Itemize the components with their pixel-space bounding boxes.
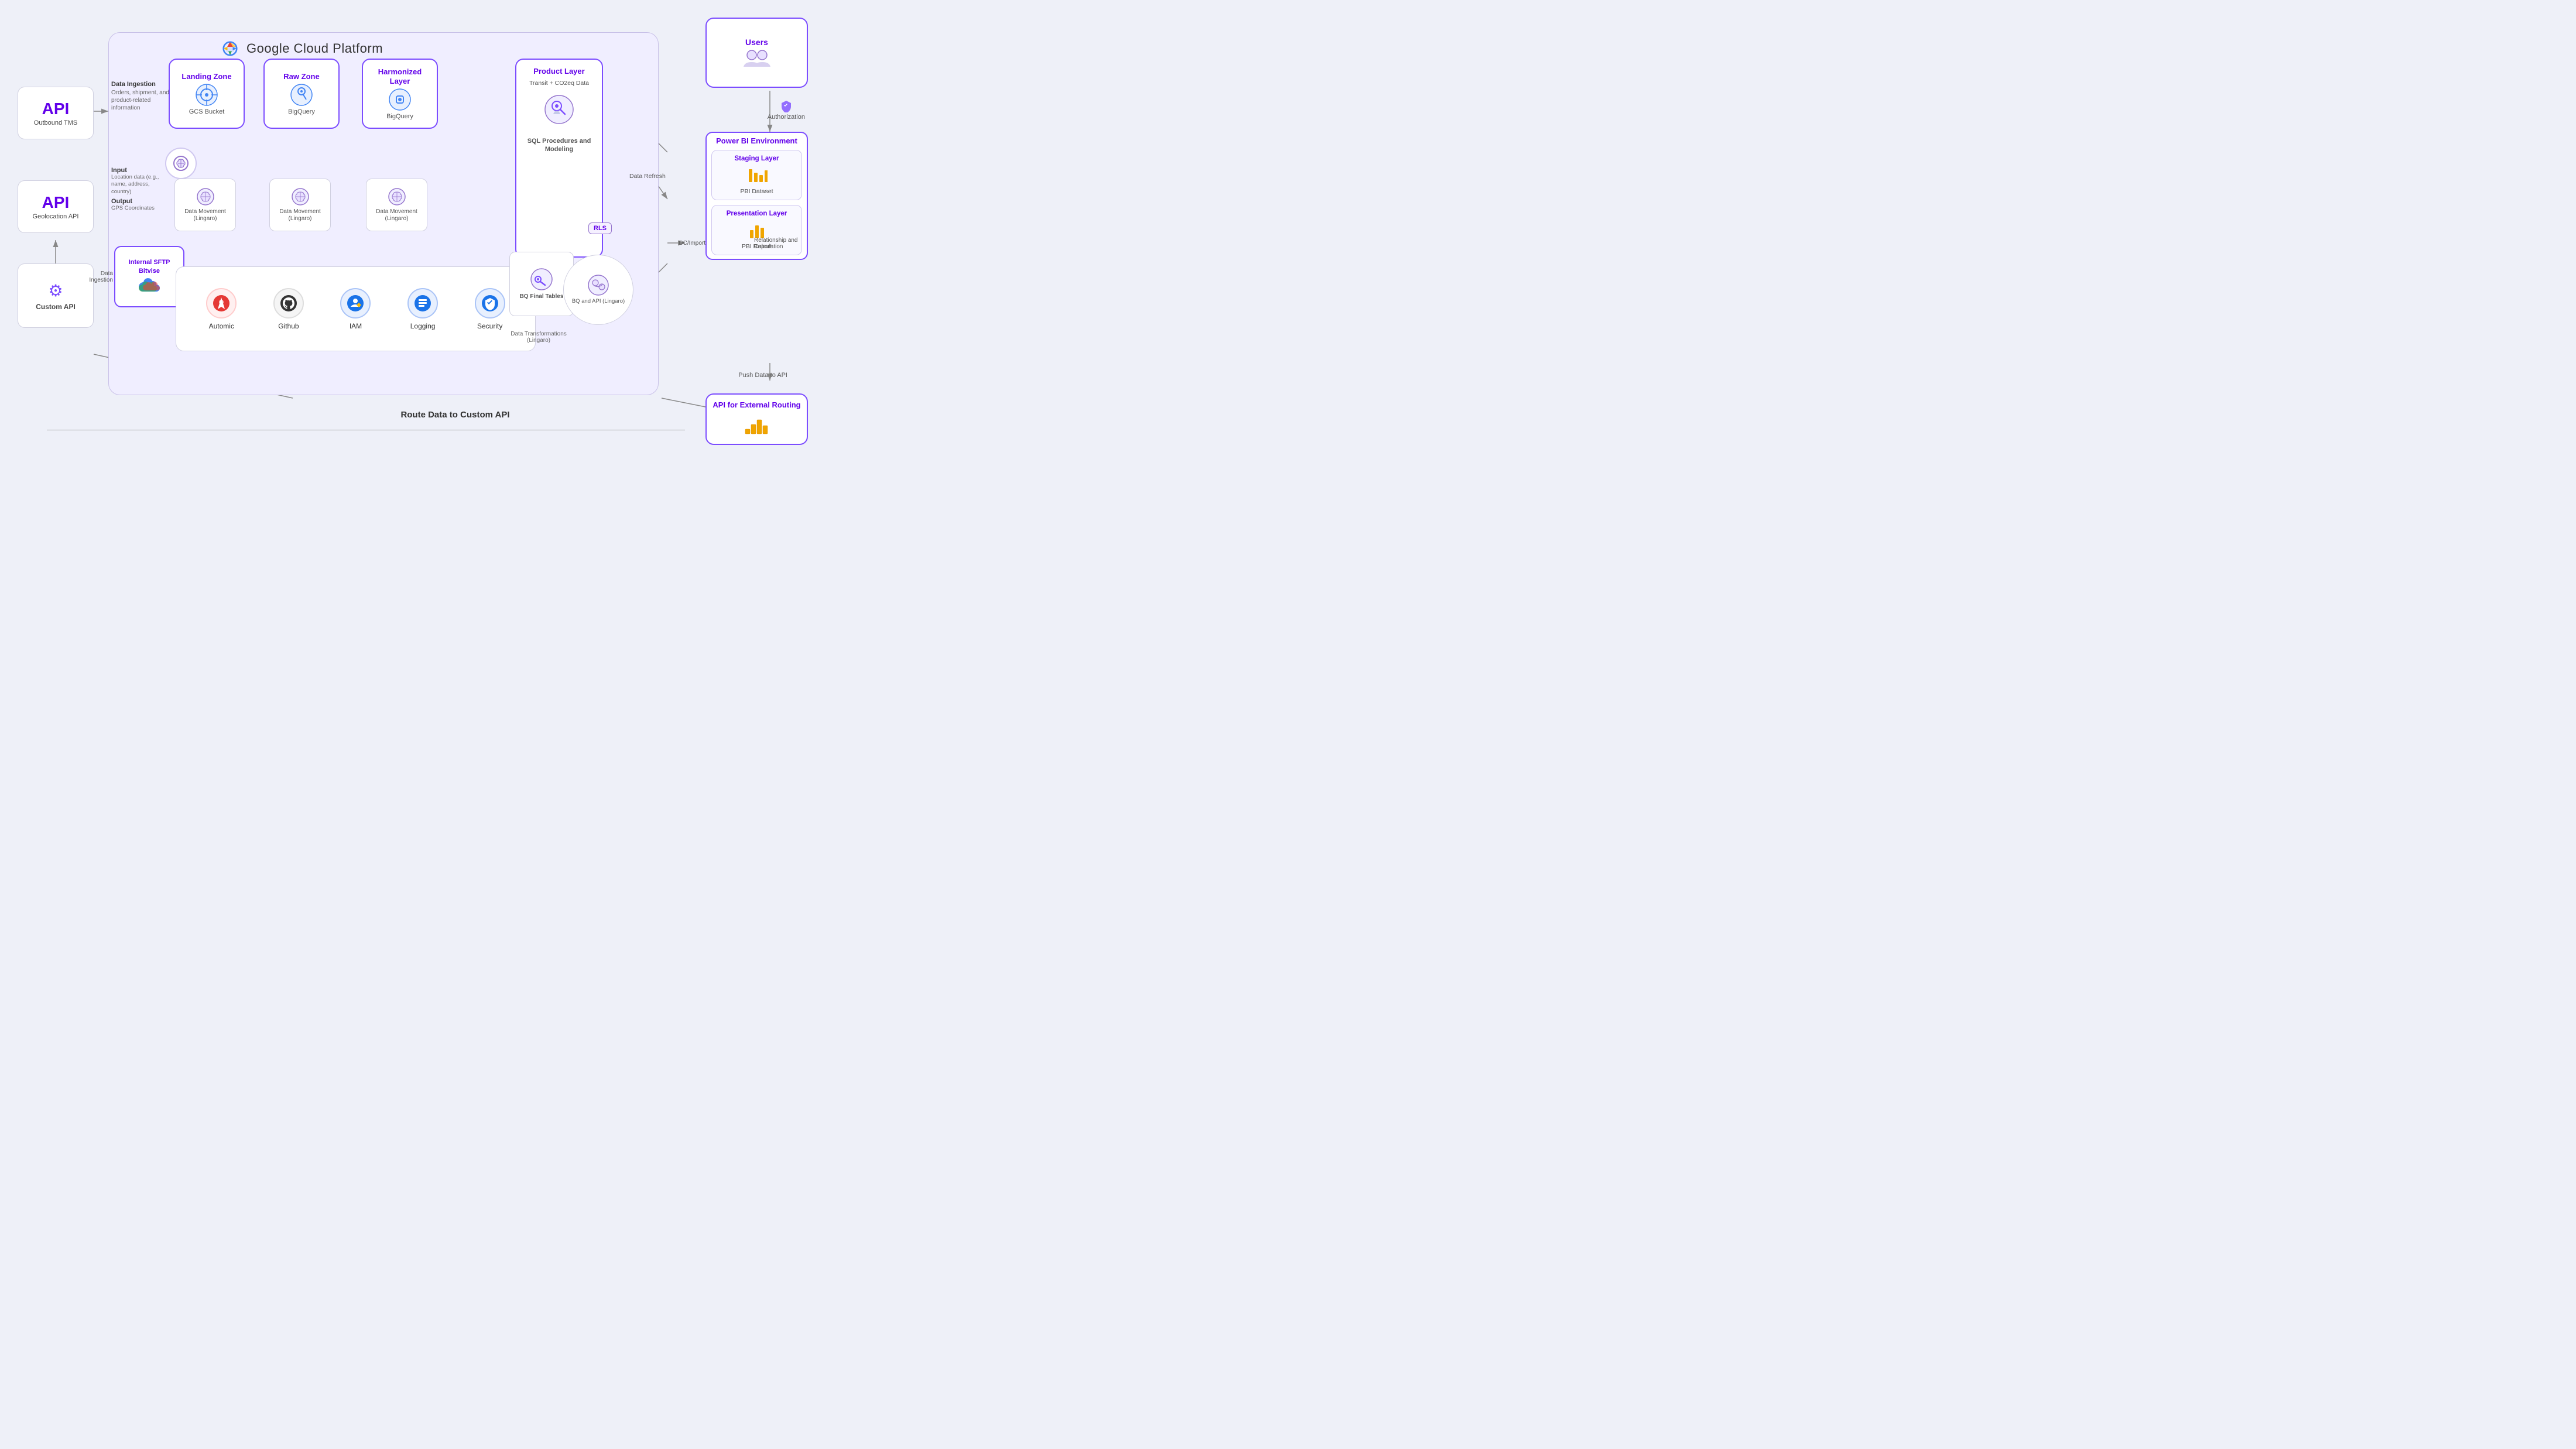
api-outbound-label: API (42, 100, 70, 118)
relationship-label: Relationship and Calculation (754, 237, 807, 250)
custom-api-icon: ⚙ (48, 281, 63, 300)
bq-api-box: BQ and API (Lingaro) (563, 255, 633, 325)
iam-icon (340, 288, 371, 318)
auth-label: Authorization (768, 100, 805, 121)
tool-logging: Logging (407, 288, 438, 330)
gcp-header: Google Cloud Platform (220, 38, 383, 59)
input-output-label: Input Location data (e.g., name, address… (111, 167, 164, 211)
dm3-icon (388, 187, 406, 206)
data-refresh-label: Data Refresh (629, 173, 666, 180)
sql-procedures-label: SQL Procedures and Modeling (521, 137, 597, 154)
raw-zone-box: Raw Zone BigQuery (263, 59, 340, 129)
data-ingestion-label-top: Data Ingestion Orders, shipment, and pro… (111, 81, 170, 112)
api-geo-sublabel: Geolocation API (33, 213, 79, 220)
api-outbound-tms: API Outbound TMS (18, 87, 94, 139)
shield-icon (780, 100, 793, 112)
harmonized-layer-box: Harmonized Layer BigQuery (362, 59, 438, 129)
bq-final-icon (530, 268, 553, 291)
users-title: Users (745, 37, 768, 47)
tool-automic: Automic (206, 288, 237, 330)
security-icon (475, 288, 505, 318)
tool-security: Security (475, 288, 505, 330)
diagram-container: Google Cloud Platform API Outbound TMS A… (0, 0, 820, 463)
custom-api-label: Custom API (36, 303, 76, 311)
landing-zone-icon (195, 83, 218, 107)
tools-box: Automic Github IAM (176, 266, 536, 351)
logging-icon (407, 288, 438, 318)
gcp-logo-icon (220, 38, 241, 59)
brain-svg (172, 155, 190, 172)
product-analytics-icon (544, 94, 574, 128)
tool-github: Github (273, 288, 304, 330)
sftp-data-ingestion-label: Data Ingestion (87, 270, 113, 283)
route-data-label: Route Data to Custom API (91, 410, 820, 420)
raw-zone-icon (290, 83, 313, 107)
api-outbound-sublabel: Outbound TMS (34, 119, 77, 126)
brain-icon (165, 148, 197, 179)
staging-layer-box: Staging Layer PBI Dataset (711, 150, 802, 200)
bq-api-icon (587, 274, 609, 296)
sftp-box: Internal SFTP Bitvise (114, 246, 184, 307)
harmonized-icon (388, 88, 412, 111)
sftp-cloud-icon (138, 278, 161, 295)
rls-badge: RLS (588, 222, 612, 234)
dm1-box: Data Movement (Lingaro) (174, 179, 236, 231)
api-geolocation: API Geolocation API (18, 180, 94, 233)
landing-zone-box: Landing Zone GCS Bucket (169, 59, 245, 129)
dm2-icon (291, 187, 310, 206)
gcp-title: Google Cloud Platform (246, 41, 383, 56)
automic-icon (206, 288, 237, 318)
custom-api-box: ⚙ Custom API (18, 263, 94, 328)
dm1-icon (196, 187, 215, 206)
dm2-box: Data Movement (Lingaro) (269, 179, 331, 231)
route-line (47, 430, 685, 431)
pbi-dataset-icon (746, 165, 768, 186)
brain-circle (165, 148, 197, 179)
dc-import-label: DC/Import (679, 240, 705, 246)
api-geo-label: API (42, 193, 70, 212)
dm3-box: Data Movement (Lingaro) (366, 179, 427, 231)
push-data-label: Push Data to API (738, 372, 787, 379)
users-icon (741, 47, 773, 68)
users-box: Users (705, 18, 808, 88)
data-transformations-label: Data Transformations (Lingaro) (501, 331, 577, 344)
github-icon (273, 288, 304, 318)
tool-iam: IAM (340, 288, 371, 330)
